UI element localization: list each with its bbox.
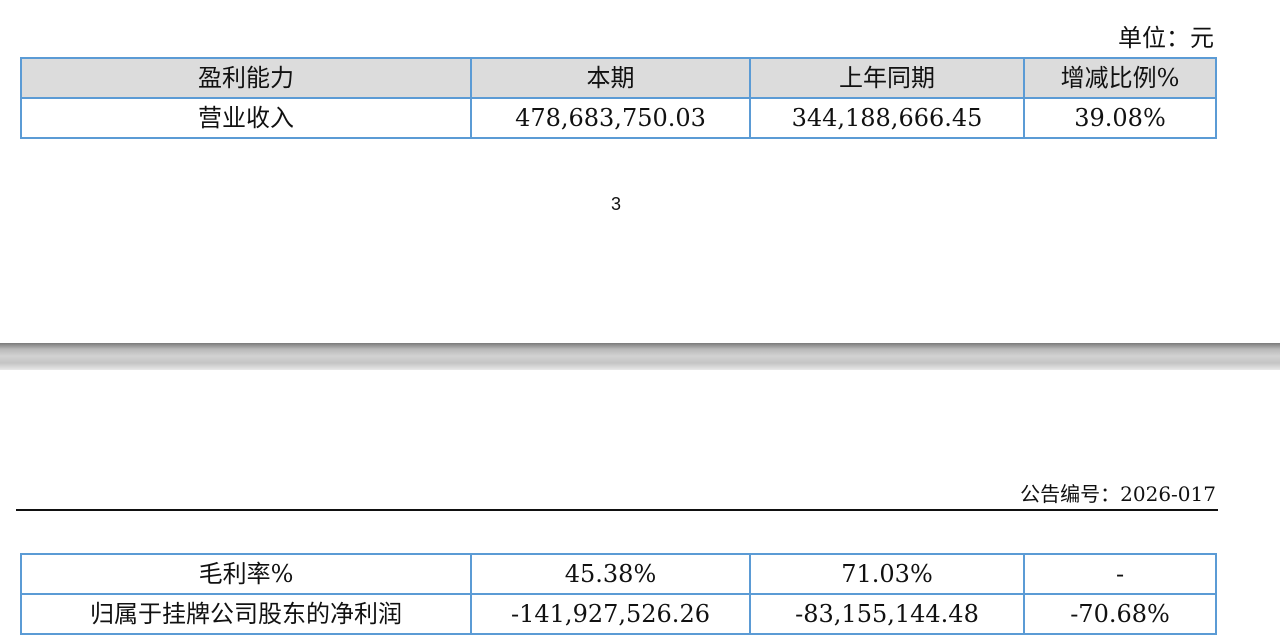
header-cell-prior-period: 上年同期 (749, 57, 1025, 99)
page-number: 3 (611, 194, 622, 214)
table-row: 营业收入 478,683,750.03 344,188,666.45 39.08… (20, 97, 1217, 139)
notice-number: 公告编号：2026-017 (1020, 482, 1216, 506)
header-cell-profitability: 盈利能力 (20, 57, 472, 99)
cell-revenue-prior: 344,188,666.45 (749, 97, 1025, 139)
cell-gross-margin-prior: 71.03% (749, 553, 1025, 595)
table-row: 毛利率% 45.38% 71.03% - (20, 553, 1217, 595)
cell-net-profit-current: -141,927,526.26 (470, 593, 751, 635)
row-label-net-profit: 归属于挂牌公司股东的净利润 (20, 593, 472, 635)
table-row: 归属于挂牌公司股东的净利润 -141,927,526.26 -83,155,14… (20, 593, 1217, 635)
profitability-table-continued: 毛利率% 45.38% 71.03% - 归属于挂牌公司股东的净利润 -141,… (20, 553, 1217, 635)
unit-label: 单位：元 (1118, 24, 1214, 52)
page-top (0, 0, 1280, 343)
cell-revenue-current: 478,683,750.03 (470, 97, 751, 139)
profitability-table: 盈利能力 本期 上年同期 增减比例% 营业收入 478,683,750.03 3… (20, 57, 1217, 139)
page-separator (0, 343, 1280, 370)
cell-net-profit-prior: -83,155,144.48 (749, 593, 1025, 635)
cell-net-profit-change: -70.68% (1023, 593, 1217, 635)
header-cell-change-ratio: 增减比例% (1023, 57, 1217, 99)
cell-gross-margin-change: - (1023, 553, 1217, 595)
cell-revenue-change: 39.08% (1023, 97, 1217, 139)
row-label-gross-margin: 毛利率% (20, 553, 472, 595)
cell-gross-margin-current: 45.38% (470, 553, 751, 595)
table-header-row: 盈利能力 本期 上年同期 增减比例% (20, 57, 1217, 99)
row-label-revenue: 营业收入 (20, 97, 472, 139)
header-rule (16, 509, 1218, 511)
header-cell-current-period: 本期 (470, 57, 751, 99)
